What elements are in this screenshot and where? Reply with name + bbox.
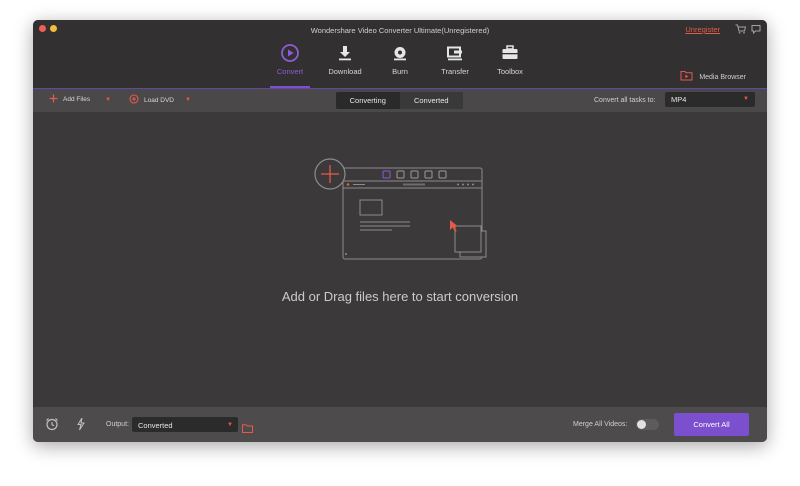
tab-convert[interactable]: Convert — [262, 42, 318, 76]
chevron-down-icon[interactable]: ▼ — [105, 97, 111, 103]
title-bar: Wondershare Video Converter Ultimate(Unr… — [33, 20, 767, 88]
convert-icon — [262, 42, 318, 64]
plus-icon — [49, 94, 58, 105]
output-label: Output: — [106, 421, 129, 428]
merge-all-videos-label: Merge All Videos: — [573, 421, 628, 428]
tab-converted[interactable]: Converted — [399, 92, 463, 109]
toolbar: Add Files ▼ Load DVD ▼ Converting Conver… — [33, 89, 767, 112]
task-tabs: Converting Converted — [336, 92, 463, 109]
cart-icon[interactable] — [735, 24, 747, 36]
alarm-clock-icon[interactable] — [45, 417, 59, 436]
tab-convert-label: Convert — [276, 67, 304, 76]
burn-disc-icon — [372, 42, 428, 64]
tab-transfer-label: Transfer — [441, 67, 469, 76]
convert-all-button[interactable]: Convert All — [674, 413, 749, 436]
load-dvd-label: Load DVD — [144, 96, 174, 104]
output-format-select[interactable]: MP4 ▼ — [665, 92, 755, 107]
load-dvd-button[interactable]: Load DVD ▼ — [129, 94, 191, 106]
tab-burn-label: Burn — [392, 67, 408, 76]
folder-icon[interactable] — [242, 420, 253, 438]
drop-zone-hint: Add or Drag files here to start conversi… — [281, 289, 519, 304]
tab-toolbox-label: Toolbox — [497, 67, 523, 76]
output-folder-value: Converted — [138, 420, 173, 430]
tab-toolbox[interactable]: Toolbox — [482, 42, 538, 76]
add-files-label: Add Files — [63, 96, 91, 103]
app-title: Wondershare Video Converter Ultimate(Unr… — [310, 26, 490, 35]
media-browser-icon — [680, 68, 693, 86]
media-browser-button[interactable]: Media Browser — [680, 68, 746, 86]
output-format-value: MP4 — [671, 95, 687, 104]
tab-download[interactable]: Download — [317, 42, 373, 76]
chevron-down-icon: ▼ — [743, 96, 749, 102]
drop-zone[interactable]: Add or Drag files here to start conversi… — [33, 112, 767, 407]
tab-burn[interactable]: Burn — [372, 42, 428, 76]
unregister-link[interactable]: Unregister — [685, 25, 720, 34]
transfer-icon — [427, 42, 483, 64]
convert-all-tasks-label: Convert all tasks to: — [594, 97, 656, 104]
toggle-knob — [637, 420, 646, 429]
chevron-down-icon: ▼ — [227, 421, 233, 428]
tab-download-label: Download — [328, 67, 362, 76]
download-icon — [317, 42, 373, 64]
toolbox-icon — [482, 42, 538, 64]
media-browser-label: Media Browser — [699, 73, 746, 81]
dvd-icon — [129, 94, 139, 106]
chevron-down-icon[interactable]: ▼ — [185, 97, 191, 103]
feedback-icon[interactable] — [751, 24, 761, 36]
output-folder-select[interactable]: Converted ▼ — [132, 417, 238, 432]
merge-all-videos-toggle[interactable] — [636, 419, 659, 430]
tab-transfer[interactable]: Transfer — [427, 42, 483, 76]
app-window: Wondershare Video Converter Ultimate(Unr… — [33, 20, 767, 442]
lightning-icon[interactable] — [76, 417, 86, 436]
drop-files-illustration — [314, 158, 487, 260]
tab-converting[interactable]: Converting — [336, 92, 400, 109]
add-files-button[interactable]: Add Files ▼ — [49, 94, 111, 105]
bottom-bar: Output: Converted ▼ Merge All Videos: Co… — [33, 407, 767, 442]
